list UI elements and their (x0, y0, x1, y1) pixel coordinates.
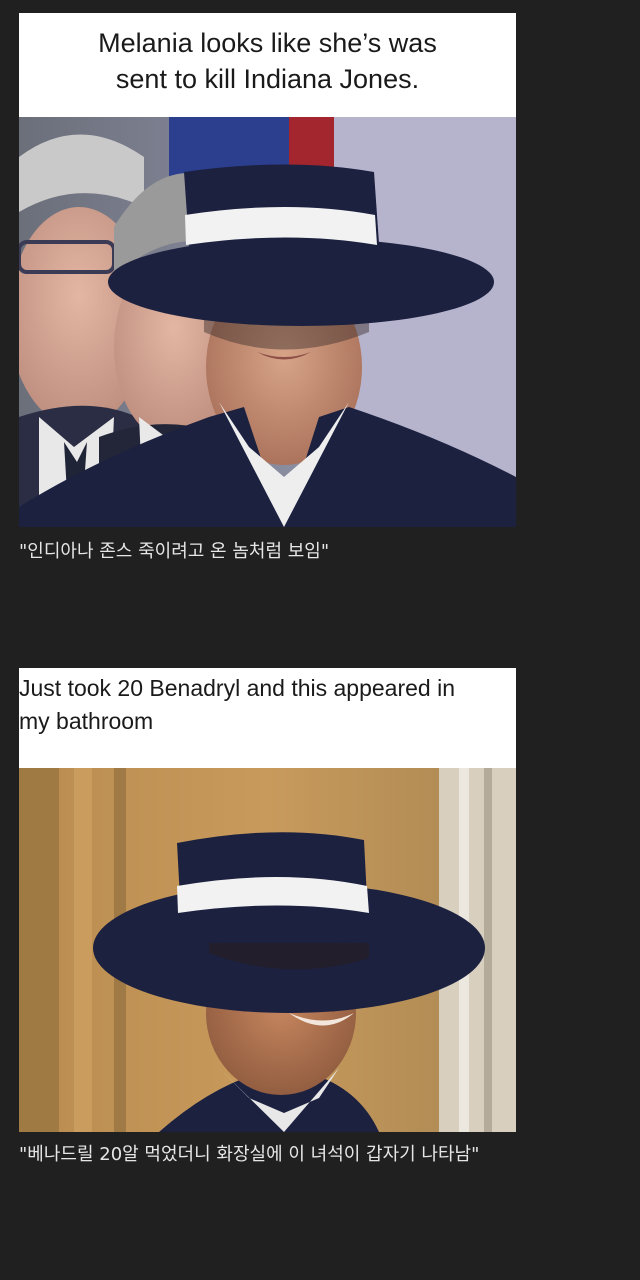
meme-header-2: Just took 20 Benadryl and this appeared … (19, 668, 516, 768)
meme-image-1[interactable]: Melania looks like she’s was sent to kil… (19, 13, 516, 527)
caption-1: "인디아나 존스 죽이려고 온 놈처럼 보임" (19, 541, 330, 562)
meme-text-line: Melania looks like she’s was (98, 28, 437, 58)
meme-photo-2 (19, 768, 516, 1132)
caption-2: "베나드릴 20알 먹었더니 화장실에 이 녀석이 갑자기 나타남" (19, 1144, 480, 1165)
meme-text-line: Just took 20 Benadryl and this appeared … (19, 675, 456, 701)
post-content: Melania looks like she’s was sent to kil… (0, 0, 640, 1280)
meme-photo-1 (19, 117, 516, 527)
meme-header-1: Melania looks like she’s was sent to kil… (19, 13, 516, 117)
meme-image-2[interactable]: Just took 20 Benadryl and this appeared … (19, 668, 516, 1132)
meme-text-line: my bathroom (19, 708, 154, 734)
meme-text-line: sent to kill Indiana Jones. (115, 64, 420, 94)
